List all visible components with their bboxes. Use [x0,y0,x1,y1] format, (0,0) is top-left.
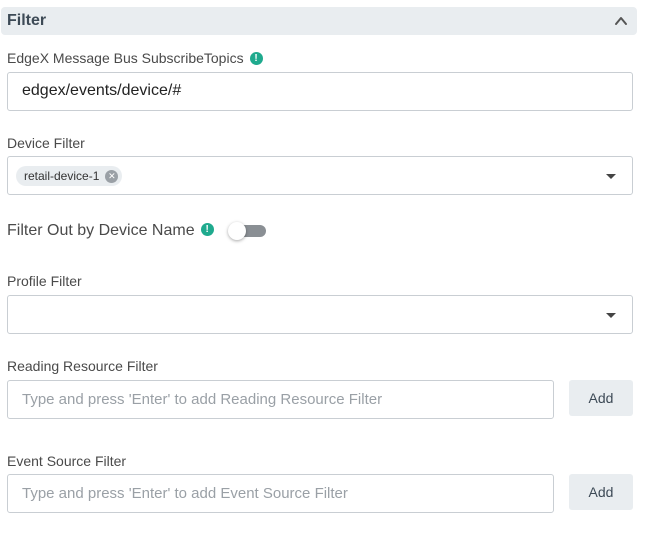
profile-filter-label: Profile Filter [7,273,82,289]
close-circle-icon[interactable]: ✕ [105,169,119,183]
panel-title: Filter [7,12,47,29]
caret-down-icon[interactable] [606,174,616,179]
toggle-knob [228,222,246,240]
event-source-filter-placeholder: Type and press 'Enter' to add Event Sour… [22,485,348,502]
add-event-source-button[interactable]: Add [569,474,633,510]
subscribe-topics-label-text: EdgeX Message Bus SubscribeTopics [7,50,244,66]
filter-panel-header[interactable]: Filter [1,7,637,35]
subscribe-topics-value: edgex/events/device/# [22,82,182,99]
filter-out-device-name-toggle[interactable] [228,222,266,240]
info-icon[interactable]: ! [249,51,263,65]
event-source-filter-input[interactable]: Type and press 'Enter' to add Event Sour… [7,474,554,513]
subscribe-topics-label: EdgeX Message Bus SubscribeTopics! [7,50,263,66]
caret-down-icon[interactable] [606,313,616,318]
subscribe-topics-input[interactable]: edgex/events/device/# [7,72,633,111]
device-filter-select[interactable]: retail-device-1 ✕ [7,156,633,195]
reading-resource-filter-placeholder: Type and press 'Enter' to add Reading Re… [22,391,383,408]
reading-resource-filter-input[interactable]: Type and press 'Enter' to add Reading Re… [7,380,554,419]
device-chip-label: retail-device-1 [24,169,100,183]
add-reading-resource-button[interactable]: Add [569,380,633,416]
filter-out-device-name-label-text: Filter Out by Device Name [7,222,195,239]
device-filter-label: Device Filter [7,135,85,151]
reading-resource-filter-label: Reading Resource Filter [7,358,158,374]
chevron-up-icon[interactable] [614,14,628,28]
filter-out-device-name-label: Filter Out by Device Name! [7,222,214,240]
device-chip: retail-device-1 ✕ [16,166,123,186]
info-icon[interactable]: ! [200,223,214,237]
event-source-filter-label: Event Source Filter [7,453,127,469]
profile-filter-select[interactable] [7,295,633,334]
